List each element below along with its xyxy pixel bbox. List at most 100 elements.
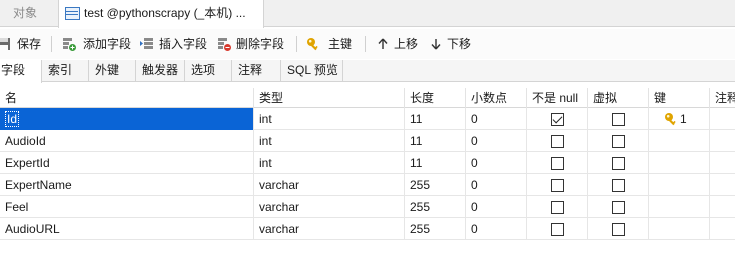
delete-field-icon: [218, 38, 231, 51]
virtual-checkbox[interactable]: [612, 223, 625, 236]
comment-cell[interactable]: [710, 130, 735, 152]
arrow-down-icon: [431, 39, 441, 50]
key-cell[interactable]: [649, 152, 710, 174]
design-tab-bar: 字段 索引 外键 触发器 选项 注释 SQL 预览: [0, 60, 735, 83]
key-order: 1: [680, 112, 687, 126]
field-length-cell[interactable]: 255: [405, 174, 466, 196]
tab-table-design[interactable]: test @pythonscrapy (_本机) ...: [58, 0, 264, 28]
table-row[interactable]: ExpertName varchar 255 0: [0, 174, 735, 196]
table-row[interactable]: Id int 11 0 1: [0, 108, 735, 130]
field-length-cell[interactable]: 11: [405, 130, 466, 152]
field-name-cell[interactable]: AudioURL: [0, 218, 254, 240]
field-type-cell[interactable]: varchar: [254, 196, 405, 218]
save-label: 保存: [17, 37, 42, 51]
not-null-checkbox[interactable]: [551, 113, 564, 126]
field-type-cell[interactable]: int: [254, 108, 405, 130]
virtual-cell: [588, 196, 649, 218]
field-length-cell[interactable]: 255: [405, 218, 466, 240]
field-name-cell[interactable]: ExpertName: [0, 174, 254, 196]
not-null-cell: [527, 152, 588, 174]
column-header-decimals[interactable]: 小数点: [466, 88, 527, 108]
table-row[interactable]: Feel varchar 255 0: [0, 196, 735, 218]
column-header-length[interactable]: 长度: [405, 88, 466, 108]
column-header-key[interactable]: 键: [649, 88, 710, 108]
add-field-button[interactable]: 添加字段: [62, 33, 134, 55]
virtual-checkbox[interactable]: [612, 135, 625, 148]
tab-triggers[interactable]: 触发器: [136, 60, 185, 82]
move-down-label: 下移: [447, 37, 472, 51]
key-cell[interactable]: [649, 174, 710, 196]
field-name-cell[interactable]: Id: [0, 108, 254, 130]
primary-key-icon: [665, 113, 676, 126]
column-header-name[interactable]: 名: [0, 88, 254, 108]
field-length-cell[interactable]: 11: [405, 152, 466, 174]
move-down-button[interactable]: 下移: [429, 33, 475, 55]
not-null-cell: [527, 108, 588, 130]
field-length-cell[interactable]: 11: [405, 108, 466, 130]
not-null-checkbox[interactable]: [551, 201, 564, 214]
comment-cell[interactable]: [710, 108, 735, 130]
key-cell[interactable]: [649, 130, 710, 152]
virtual-checkbox[interactable]: [612, 157, 625, 170]
virtual-checkbox[interactable]: [612, 201, 625, 214]
field-name-cell[interactable]: Feel: [0, 196, 254, 218]
comment-cell[interactable]: [710, 152, 735, 174]
key-cell[interactable]: [649, 196, 710, 218]
toolbar-divider: [51, 36, 52, 52]
virtual-cell: [588, 108, 649, 130]
primary-key-label: 主键: [328, 37, 353, 51]
comment-cell[interactable]: [710, 218, 735, 240]
tab-fields[interactable]: 字段: [0, 60, 42, 83]
column-header-comment[interactable]: 注释: [710, 88, 735, 108]
move-up-button[interactable]: 上移: [376, 33, 422, 55]
tab-indexes[interactable]: 索引: [42, 60, 89, 82]
delete-field-button[interactable]: 删除字段: [217, 33, 289, 55]
column-header-type[interactable]: 类型: [254, 88, 405, 108]
not-null-cell: [527, 174, 588, 196]
field-decimals-cell[interactable]: 0: [466, 218, 527, 240]
field-decimals-cell[interactable]: 0: [466, 196, 527, 218]
tab-objects[interactable]: 对象: [0, 0, 58, 27]
field-decimals-cell[interactable]: 0: [466, 130, 527, 152]
primary-key-button[interactable]: 主键: [306, 33, 358, 55]
virtual-checkbox[interactable]: [612, 179, 625, 192]
save-button[interactable]: 保存: [0, 33, 44, 55]
field-type-cell[interactable]: int: [254, 130, 405, 152]
table-row[interactable]: AudioId int 11 0: [0, 130, 735, 152]
comment-cell[interactable]: [710, 196, 735, 218]
field-type-cell[interactable]: varchar: [254, 218, 405, 240]
not-null-checkbox[interactable]: [551, 223, 564, 236]
key-cell[interactable]: [649, 218, 710, 240]
field-decimals-cell[interactable]: 0: [466, 108, 527, 130]
tab-sql-preview[interactable]: SQL 预览: [281, 60, 343, 82]
virtual-cell: [588, 152, 649, 174]
field-decimals-cell[interactable]: 0: [466, 174, 527, 196]
field-type-cell[interactable]: int: [254, 152, 405, 174]
comment-cell[interactable]: [710, 174, 735, 196]
not-null-checkbox[interactable]: [551, 157, 564, 170]
table-row[interactable]: ExpertId int 11 0: [0, 152, 735, 174]
field-type-cell[interactable]: varchar: [254, 174, 405, 196]
table-row[interactable]: AudioURL varchar 255 0: [0, 218, 735, 240]
not-null-cell: [527, 218, 588, 240]
tab-comments[interactable]: 注释: [232, 60, 281, 82]
field-name-cell[interactable]: ExpertId: [0, 152, 254, 174]
not-null-checkbox[interactable]: [551, 135, 564, 148]
field-decimals-cell[interactable]: 0: [466, 152, 527, 174]
tab-foreign-keys[interactable]: 外键: [89, 60, 136, 82]
move-up-label: 上移: [394, 37, 419, 51]
column-header-not-null[interactable]: 不是 null: [527, 88, 588, 108]
field-name-cell[interactable]: AudioId: [0, 130, 254, 152]
delete-field-label: 删除字段: [236, 37, 285, 51]
grid-header: 名 类型 长度 小数点 不是 null 虚拟 键 注释: [0, 88, 735, 108]
insert-field-button[interactable]: 插入字段: [140, 33, 212, 55]
field-length-cell[interactable]: 255: [405, 196, 466, 218]
tab-options[interactable]: 选项: [185, 60, 232, 82]
not-null-cell: [527, 130, 588, 152]
not-null-checkbox[interactable]: [551, 179, 564, 192]
column-header-virtual[interactable]: 虚拟: [588, 88, 649, 108]
add-field-label: 添加字段: [83, 37, 132, 51]
virtual-cell: [588, 130, 649, 152]
virtual-checkbox[interactable]: [612, 113, 625, 126]
document-tab-bar: 对象 test @pythonscrapy (_本机) ...: [0, 0, 735, 28]
